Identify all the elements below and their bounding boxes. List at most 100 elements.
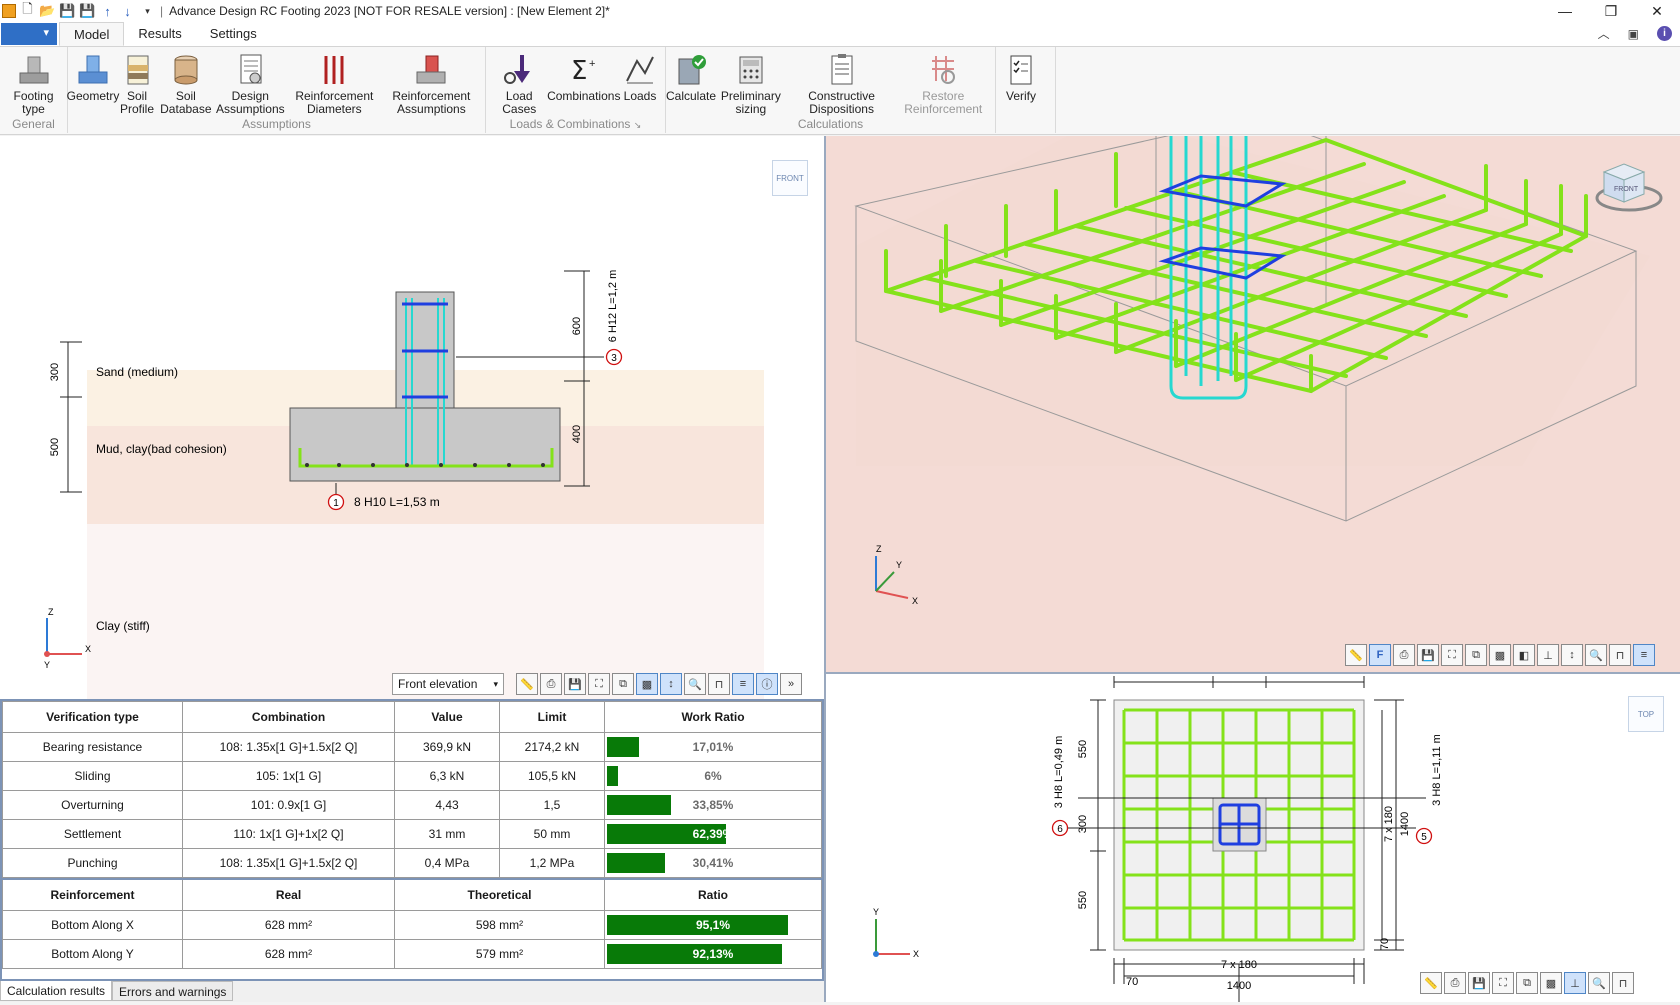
close-button[interactable]: ✕ (1634, 0, 1680, 22)
footing-type-icon (19, 56, 48, 84)
axis-x-label: X (85, 644, 91, 654)
layer-dimensions (60, 341, 82, 493)
cell-work-ratio: 62,39% (604, 819, 822, 849)
shaded-3d-icon[interactable]: ▩ (1489, 644, 1511, 666)
print-3d-icon[interactable]: ⎙ (1393, 644, 1415, 666)
axes-top-icon[interactable]: ⊥ (1564, 972, 1586, 994)
isometric-3d-view[interactable]: Z Y X FRONT 📏 F ⎙ 💾 ⛶ ⧉ ▩ ◧ ⊥ ↕ 🔍 ⊓ ≡ (826, 115, 1680, 672)
table-row[interactable]: Bearing resistance 108: 1.35x[1 G]+1.5x[2… (2, 732, 822, 762)
view-cube-front[interactable]: FRONT (772, 160, 808, 196)
wireframe-icon[interactable]: ⧉ (612, 673, 634, 695)
verify-icon (1010, 55, 1032, 85)
tab-errors-warnings[interactable]: Errors and warnings (112, 981, 234, 1001)
group-label-general: General (12, 117, 55, 131)
tab-model[interactable]: Model (59, 22, 125, 46)
footing-section (289, 407, 561, 482)
soil-profile-icon (127, 55, 149, 85)
group-label-loads[interactable]: Loads & Combinations ↘ (486, 117, 665, 131)
table-row[interactable]: Bottom Along X 628 mm² 598 mm² 95,1% (2, 909, 822, 940)
info-view-icon[interactable]: ⓘ (756, 673, 778, 695)
tab-calculation-results[interactable]: Calculation results (0, 981, 113, 1001)
table-row[interactable]: Punching 108: 1.35x[1 G]+1.5x[2 Q] 0,4 MPa… (2, 848, 822, 878)
restore-button[interactable]: ❐ (1588, 0, 1634, 22)
save-as-icon[interactable]: 💾 (79, 3, 96, 20)
front-elevation-view[interactable]: 300 500 Sand (medium) Mud, clay(bad cohe… (0, 136, 824, 699)
print-icon[interactable]: ⎙ (540, 673, 562, 695)
measure-top-icon[interactable]: 📏 (1420, 972, 1442, 994)
work-ratio-label: 17,01% (692, 740, 734, 754)
shaded-top-icon[interactable]: ▩ (1540, 972, 1562, 994)
view-select[interactable]: Front elevation ▾ (392, 673, 504, 695)
save-icon[interactable]: 💾 (59, 3, 76, 20)
zoom-fit-icon[interactable]: ⛶ (588, 673, 610, 695)
axes-3d-icon[interactable]: ⊥ (1537, 644, 1559, 666)
zoom-window-3d-icon[interactable]: 🔍 (1585, 644, 1607, 666)
view-cube-top[interactable]: TOP (1628, 696, 1664, 732)
cell-value: 6,3 kN (394, 761, 500, 791)
table-row[interactable]: Settlement 110: 1x[1 G]+1x[2 Q] 31 mm 50 mm… (2, 819, 822, 849)
zoom-window-top-icon[interactable]: 🔍 (1588, 972, 1610, 994)
cell-value: 0,4 MPa (394, 848, 500, 878)
group-label-calculations: Calculations (797, 117, 864, 131)
zoom-window-icon[interactable]: 🔍 (684, 673, 706, 695)
ruler-3d-icon[interactable]: ⊓ (1609, 644, 1631, 666)
dimensions-icon[interactable]: ↕ (660, 673, 682, 695)
ruler-icon[interactable]: ⊓ (708, 673, 730, 695)
import-icon[interactable]: ↑ (99, 3, 116, 20)
wireframe-top-icon[interactable]: ⧉ (1516, 972, 1538, 994)
verify-button[interactable]: Verify (999, 51, 1043, 133)
print-top-icon[interactable]: ⎙ (1444, 972, 1466, 994)
footing-height-dim: 400 (571, 425, 583, 443)
calculate-icon (678, 55, 706, 85)
open-file-icon[interactable]: 📂 (39, 3, 56, 20)
cell-type: Bottom Along X (2, 909, 183, 940)
customize-dropdown-icon[interactable]: ▾ (139, 3, 156, 20)
solid-3d-icon[interactable]: ◧ (1513, 644, 1535, 666)
verification-table: Verification type Combination Value Limi… (2, 701, 822, 878)
front-view-toolbar: Front elevation ▾ 📏 ⎙ 💾 ⛶ ⧉ ▩ ↕ 🔍 ⊓ ≡ ⓘ » (392, 673, 802, 695)
calculation-results-panel: Verification type Combination Value Limi… (0, 699, 824, 981)
zoom-fit-top-icon[interactable]: ⛶ (1492, 972, 1514, 994)
save-image-3d-icon[interactable]: 💾 (1417, 644, 1439, 666)
new-file-icon[interactable]: 🗋 (19, 1, 36, 20)
top-plan-view[interactable]: 550 300 550 7 x 180 1400 70 7 x 180 1400… (826, 674, 1680, 1002)
loads-icon (626, 56, 654, 84)
top-view-toolbar: 📏 ⎙ 💾 ⛶ ⧉ ▩ ⊥ 🔍 ⊓ (1420, 972, 1634, 994)
expand-toolbar-icon[interactable]: » (780, 673, 802, 695)
file-menu-button[interactable] (1, 23, 57, 45)
info-icon[interactable]: i (1657, 26, 1672, 41)
table-row[interactable]: Sliding 105: 1x[1 G] 6,3 kN 105,5 kN 6% (2, 761, 822, 791)
collapse-ribbon-icon[interactable]: ︿ (1598, 25, 1610, 42)
front-face-icon[interactable]: F (1369, 644, 1391, 666)
rebar-mark-1-number: 1 (333, 498, 339, 509)
save-image-top-icon[interactable]: 💾 (1468, 972, 1490, 994)
minimize-button[interactable]: — (1542, 0, 1588, 22)
measure-icon[interactable]: 📏 (516, 673, 538, 695)
zoom-fit-3d-icon[interactable]: ⛶ (1441, 644, 1463, 666)
package-icon[interactable]: ▣ (1628, 27, 1639, 41)
measure-3d-icon[interactable]: 📏 (1345, 644, 1367, 666)
dimensions-3d-icon[interactable]: ↕ (1561, 644, 1583, 666)
ruler-top-icon[interactable]: ⊓ (1612, 972, 1634, 994)
bottom-tabs: Calculation results Errors and warnings (0, 981, 824, 1002)
app-icon[interactable] (2, 4, 16, 18)
rebar-label-left: 3 H8 L=0,49 m (1053, 736, 1065, 808)
rebar-label-right: 3 H8 L=1,11 m (1431, 734, 1443, 806)
geometry-icon (78, 55, 108, 84)
tab-results[interactable]: Results (124, 22, 195, 46)
layers-icon[interactable]: ≡ (732, 673, 754, 695)
ratio-label: 95,1% (695, 917, 731, 932)
tab-settings[interactable]: Settings (196, 22, 271, 46)
save-image-icon[interactable]: 💾 (564, 673, 586, 695)
table-row[interactable]: Bottom Along Y 628 mm² 579 mm² 92,13% (2, 938, 822, 969)
table-row[interactable]: Overturning 101: 0.9x[1 G] 4,43 1,5 33,85% (2, 790, 822, 820)
ribbon-group-loads: Load Cases Σ + Combinations Loads Loads … (486, 47, 666, 133)
wireframe-3d-icon[interactable]: ⧉ (1465, 644, 1487, 666)
cell-value: 31 mm (394, 819, 500, 849)
export-icon[interactable]: ↓ (119, 3, 136, 20)
navigation-cube[interactable]: FRONT (1595, 163, 1663, 212)
cell-combination: 110: 1x[1 G]+1x[2 Q] (182, 819, 395, 849)
shaded-icon[interactable]: ▩ (636, 673, 658, 695)
cell-limit: 2174,2 kN (499, 732, 605, 762)
layers-3d-icon[interactable]: ≡ (1633, 644, 1655, 666)
